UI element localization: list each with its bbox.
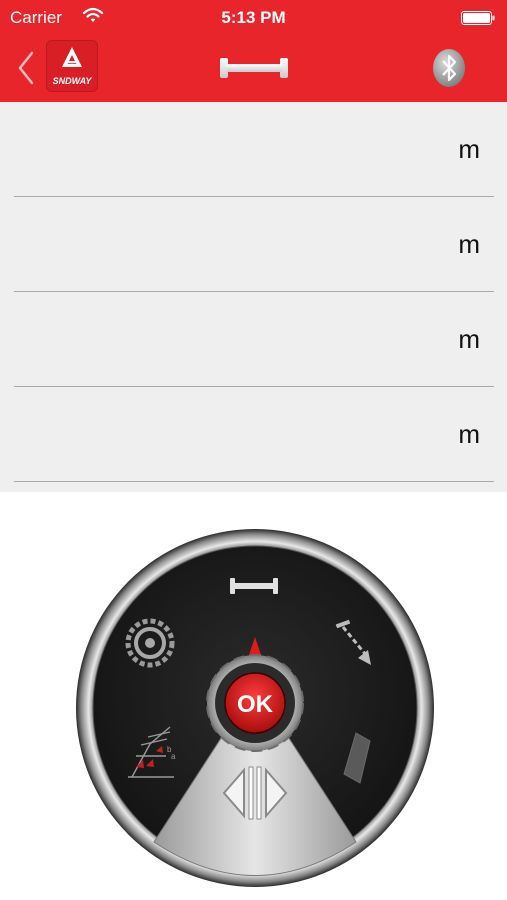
- measurement-value: [14, 322, 394, 356]
- measurement-value: [14, 132, 394, 166]
- measurement-unit: m: [458, 229, 480, 259]
- bluetooth-icon[interactable]: [431, 48, 467, 88]
- measurement-unit: m: [458, 419, 480, 449]
- back-chevron-icon[interactable]: [16, 50, 36, 86]
- control-dial: b a OK: [76, 529, 434, 887]
- measurement-value: [14, 227, 394, 261]
- measurement-unit: m: [458, 324, 480, 354]
- row-divider: [14, 481, 494, 482]
- logo-text: SNDWAY: [52, 76, 92, 86]
- logo-mark-icon: [62, 47, 82, 67]
- status-bar: Carrier 5:13 PM: [0, 0, 507, 36]
- status-time: 5:13 PM: [221, 8, 286, 27]
- measurement-row: m: [0, 197, 507, 292]
- ok-label: OK: [237, 691, 274, 718]
- measurement-row: m: [0, 387, 507, 482]
- battery-icon: [461, 11, 495, 25]
- measurement-row: m: [0, 292, 507, 387]
- brand-logo: SNDWAY: [46, 40, 98, 92]
- nav-bar: SNDWAY: [0, 36, 507, 102]
- svg-text:a: a: [171, 752, 176, 761]
- app-header: Carrier 5:13 PM SNDWAY: [0, 0, 507, 102]
- ok-button[interactable]: OK: [206, 654, 304, 752]
- measurement-row: m: [0, 102, 507, 197]
- measurement-unit: m: [458, 134, 480, 164]
- measurement-list: m m m m: [0, 102, 507, 492]
- measurement-value: [14, 417, 394, 451]
- distance-measure-icon: [220, 58, 288, 78]
